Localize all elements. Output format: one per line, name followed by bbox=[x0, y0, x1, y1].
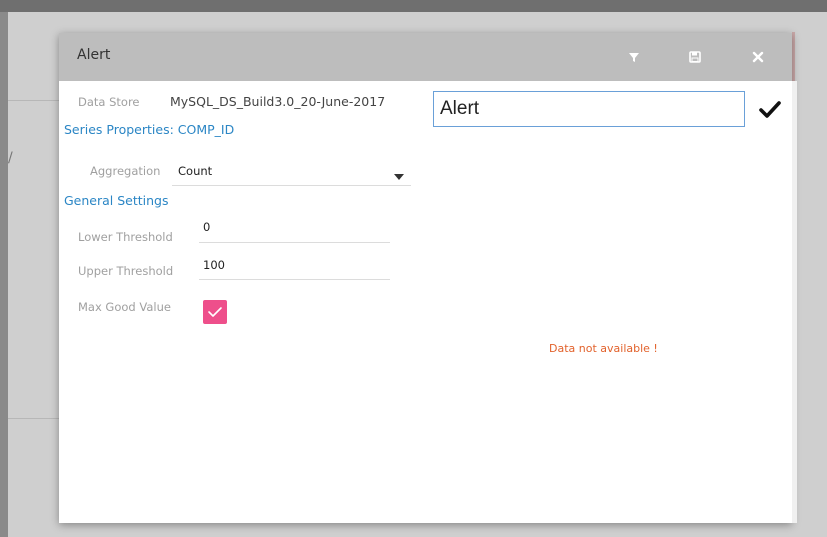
series-properties-title: Series Properties: COMP_ID bbox=[64, 122, 235, 137]
max-good-value-checkbox[interactable] bbox=[203, 300, 227, 324]
checkmark-icon bbox=[208, 307, 222, 317]
filter-icon[interactable] bbox=[624, 47, 644, 67]
dialog-header: Alert bbox=[59, 33, 792, 81]
upper-threshold-input[interactable] bbox=[203, 257, 383, 273]
lower-threshold-label: Lower Threshold bbox=[78, 230, 173, 244]
chevron-down-icon[interactable] bbox=[394, 166, 404, 180]
general-settings-title: General Settings bbox=[64, 193, 169, 208]
close-icon[interactable] bbox=[748, 47, 768, 67]
aggregation-select[interactable]: Count bbox=[178, 164, 212, 178]
upper-threshold-underline bbox=[199, 279, 390, 280]
dialog-scrollbar[interactable] bbox=[792, 81, 797, 523]
confirm-check-icon[interactable] bbox=[759, 100, 781, 120]
data-store-label: Data Store bbox=[78, 95, 140, 109]
alert-dialog: Alert Data Store MySQL_DS_Build3.0_20-Ju… bbox=[59, 33, 797, 523]
background-left-bar bbox=[0, 12, 8, 537]
save-icon[interactable] bbox=[685, 47, 705, 67]
lower-threshold-input[interactable] bbox=[203, 219, 383, 235]
lower-threshold-underline bbox=[199, 242, 390, 243]
upper-threshold-label: Upper Threshold bbox=[78, 264, 174, 278]
no-data-message: Data not available ! bbox=[549, 342, 658, 355]
aggregation-underline bbox=[172, 185, 411, 186]
aggregation-label: Aggregation bbox=[90, 164, 161, 178]
alert-title-input[interactable] bbox=[433, 91, 745, 127]
max-good-value-label: Max Good Value bbox=[78, 300, 171, 314]
background-top-bar bbox=[0, 0, 827, 12]
dialog-title: Alert bbox=[77, 47, 111, 63]
data-store-value: MySQL_DS_Build3.0_20-June-2017 bbox=[170, 94, 386, 109]
background-glyph: / bbox=[8, 150, 13, 166]
